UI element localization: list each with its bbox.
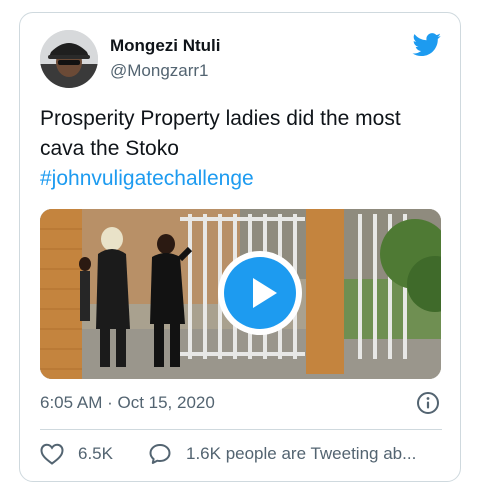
tweet-body: Prosperity Property ladies did the most … bbox=[40, 107, 401, 160]
hashtag-link[interactable]: #johnvuligatechallenge bbox=[40, 164, 450, 194]
author-handle[interactable]: @Mongzarr1 bbox=[110, 61, 209, 81]
like-count: 6.5K bbox=[78, 444, 113, 463]
heart-icon[interactable] bbox=[40, 443, 64, 465]
speech-bubble-icon[interactable] bbox=[148, 442, 172, 466]
video-thumbnail[interactable] bbox=[40, 209, 441, 379]
divider bbox=[40, 429, 442, 430]
tweet-card[interactable]: Mongezi Ntuli @Mongzarr1 Prosperity Prop… bbox=[19, 12, 461, 482]
conversation-text: 1.6K people are Tweeting ab... bbox=[186, 444, 417, 463]
like-button[interactable]: 6.5K bbox=[40, 441, 113, 467]
conversation-link[interactable]: 1.6K people are Tweeting ab... bbox=[148, 441, 416, 467]
play-button[interactable] bbox=[218, 251, 302, 335]
avatar[interactable] bbox=[40, 30, 98, 88]
play-icon[interactable] bbox=[224, 257, 296, 329]
tweet-timestamp[interactable]: 6:05 AM · Oct 15, 2020 bbox=[40, 393, 215, 413]
tweet-text: Prosperity Property ladies did the most … bbox=[40, 104, 450, 194]
info-icon[interactable] bbox=[416, 391, 440, 415]
twitter-bird-icon[interactable] bbox=[412, 33, 442, 57]
author-display-name[interactable]: Mongezi Ntuli bbox=[110, 36, 220, 56]
